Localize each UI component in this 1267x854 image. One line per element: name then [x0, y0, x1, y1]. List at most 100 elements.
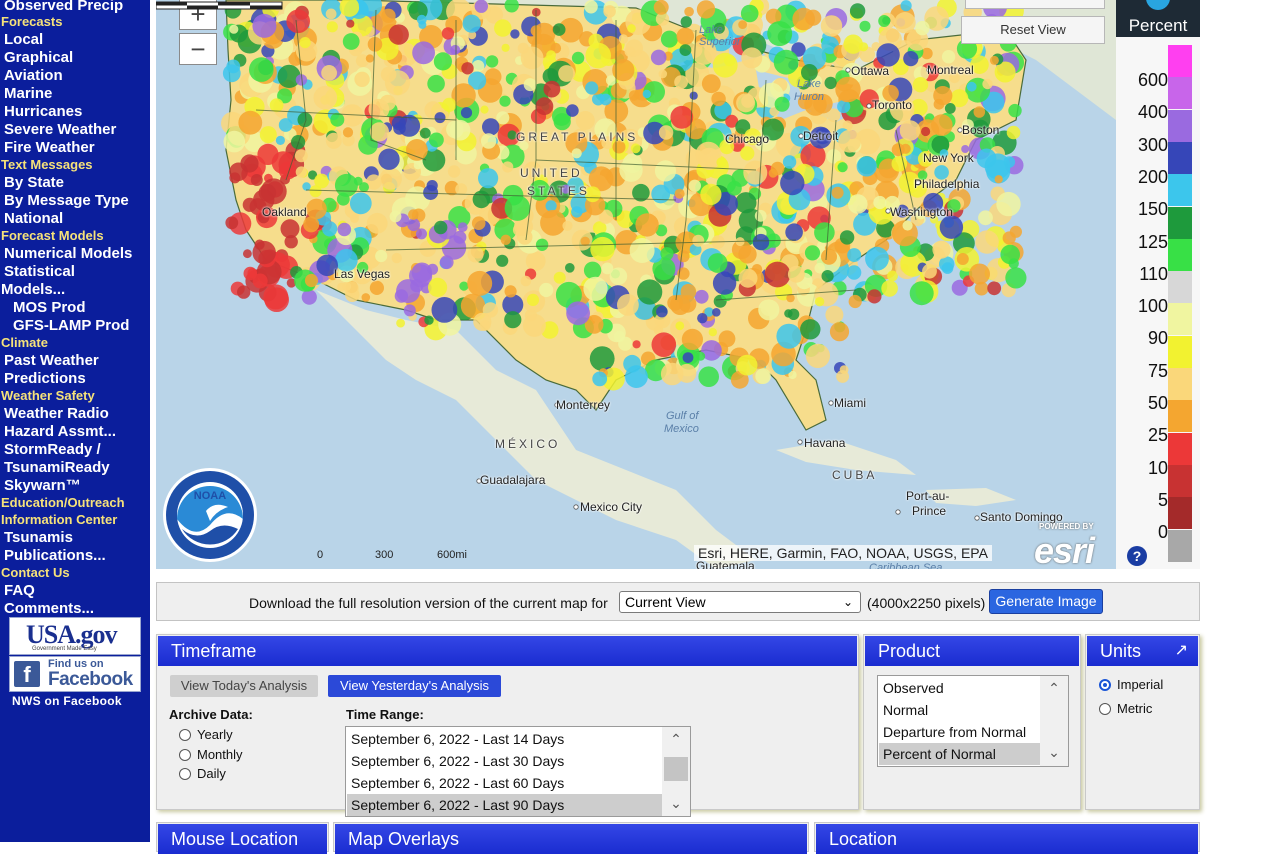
precip-cell — [966, 81, 977, 92]
view-yesterday-button[interactable]: View Yesterday's Analysis — [328, 675, 501, 697]
time-range-list[interactable]: September 6, 2022 - Last 90 Days Septembe… — [345, 726, 691, 817]
map-overlays-header[interactable]: Map Overlays — [335, 824, 807, 854]
facebook-link[interactable]: f Find us on Facebook — [9, 656, 141, 692]
expand-icon[interactable]: ↗ — [1175, 636, 1188, 666]
nav-section-heading[interactable]: Information Center — [1, 512, 117, 528]
nav-link[interactable]: Severe Weather — [4, 121, 116, 139]
nav-link[interactable]: Statistical — [4, 263, 75, 281]
usa-gov-link[interactable]: USA.gov Government Made Easy — [9, 617, 141, 655]
nav-link[interactable]: Tsunamis — [4, 529, 73, 547]
precip-cell — [259, 126, 277, 144]
precip-cell — [269, 98, 284, 113]
product-option[interactable]: Observed — [883, 677, 1037, 699]
esri-logo[interactable]: esri — [1034, 530, 1095, 569]
generate-image-button[interactable]: Generate Image — [989, 589, 1103, 614]
product-list[interactable]: Percent of Normal Departure from Normal No… — [877, 675, 1069, 767]
radio-button[interactable] — [1099, 703, 1111, 715]
nav-link[interactable]: Models... — [1, 281, 65, 299]
download-extent-select[interactable]: Current View ⌄ — [619, 591, 861, 613]
archive-option-daily[interactable]: Daily — [179, 766, 226, 781]
view-today-button[interactable]: View Today's Analysis — [170, 675, 318, 697]
nav-section-heading[interactable]: Text Messages — [1, 157, 93, 173]
map-place-label: Miami — [834, 396, 866, 410]
precip-cell — [406, 139, 428, 161]
scroll-thumb[interactable] — [664, 757, 688, 781]
map-place-label: Mexico — [664, 423, 699, 435]
nav-link[interactable]: Graphical — [4, 49, 73, 67]
nav-link[interactable]: Weather Radio — [4, 405, 109, 423]
units-option-metric[interactable]: Metric — [1099, 701, 1152, 716]
nav-section-heading[interactable]: Education/Outreach — [1, 495, 125, 511]
precip-cell — [342, 127, 354, 138]
nav-link[interactable]: Marine — [4, 85, 52, 103]
time-range-option[interactable]: September 6, 2022 - Last 30 Days — [351, 750, 657, 772]
nav-link[interactable]: Predictions — [4, 370, 86, 388]
nav-link[interactable]: Hazard Assmt... — [4, 423, 116, 441]
nav-link[interactable]: Comments... — [4, 600, 94, 618]
time-range-scrollbar[interactable]: ⌃ ⌄ — [662, 727, 690, 816]
radio-button[interactable] — [179, 748, 191, 761]
nav-link[interactable]: FAQ — [4, 582, 35, 600]
product-option[interactable]: Normal — [883, 699, 1037, 721]
scroll-up-icon[interactable]: ⌃ — [662, 729, 690, 749]
nav-link[interactable]: StormReady / — [4, 441, 101, 459]
nav-section-heading[interactable]: Contact Us — [1, 565, 70, 581]
basemap-button[interactable] — [965, 0, 1105, 9]
precip-cell — [736, 93, 756, 113]
map-canvas[interactable] — [156, 0, 1116, 569]
nav-link[interactable]: TsunamiReady — [4, 459, 110, 477]
time-range-option[interactable]: September 6, 2022 - Last 90 Days — [347, 794, 662, 816]
scroll-up-icon[interactable]: ⌃ — [1040, 678, 1068, 698]
precip-cell — [441, 27, 455, 40]
precip-cell — [859, 20, 871, 32]
precip-cell — [391, 252, 402, 264]
reset-view-button[interactable]: Reset View — [961, 16, 1105, 44]
facebook-caption[interactable]: NWS on Facebook — [12, 694, 122, 708]
nav-link[interactable]: Local — [4, 31, 43, 49]
nav-link[interactable]: Hurricanes — [4, 103, 82, 121]
product-option[interactable]: Percent of Normal — [879, 743, 1041, 765]
legend-swatch — [1168, 141, 1192, 174]
nav-section-heading[interactable]: Forecast Models — [1, 228, 104, 244]
units-option-imperial[interactable]: Imperial — [1099, 677, 1163, 692]
location-header[interactable]: Location — [816, 824, 1198, 854]
nav-link[interactable]: Skywarn™ — [4, 477, 81, 495]
precip-cell — [258, 184, 277, 202]
help-icon[interactable]: ? — [1127, 546, 1147, 566]
nav-link[interactable]: By Message Type — [4, 192, 129, 210]
nav-link[interactable]: Past Weather — [4, 352, 99, 370]
nav-link[interactable]: National — [4, 210, 63, 228]
radio-button[interactable] — [179, 768, 191, 780]
product-scrollbar[interactable]: ⌃ ⌄ — [1040, 676, 1068, 766]
nav-link[interactable]: Numerical Models — [4, 245, 132, 263]
precip-cell — [915, 20, 930, 36]
precip-cell — [909, 281, 934, 306]
nav-section-heading[interactable]: Forecasts — [1, 14, 62, 30]
nav-link[interactable]: Publications... — [4, 547, 106, 565]
precip-cell — [912, 77, 929, 93]
radio-button[interactable] — [179, 729, 191, 741]
nav-link[interactable]: GFS-LAMP Prod — [13, 317, 129, 335]
nav-link[interactable]: MOS Prod — [13, 299, 86, 317]
scroll-down-icon[interactable]: ⌄ — [1040, 742, 1068, 762]
radio-button[interactable] — [1099, 679, 1111, 691]
units-title: Units — [1100, 641, 1142, 661]
nav-link[interactable]: By State — [4, 174, 64, 192]
precip-cell — [829, 322, 850, 342]
nav-section-heading[interactable]: Climate — [1, 335, 48, 351]
scroll-down-icon[interactable]: ⌄ — [662, 793, 690, 813]
nav-link[interactable]: Fire Weather — [4, 139, 95, 157]
precip-cell — [243, 249, 252, 259]
archive-option-yearly[interactable]: Yearly — [179, 727, 233, 742]
nav-link[interactable]: Aviation — [4, 67, 63, 85]
product-option[interactable]: Departure from Normal — [883, 721, 1037, 743]
precip-cell — [416, 14, 427, 25]
nav-link[interactable]: Observed Precip — [4, 0, 123, 15]
city-marker — [895, 509, 901, 515]
precipitation-map[interactable]: + − Reset View Lake Superior Ottawa Montrea… — [156, 0, 1116, 569]
time-range-option[interactable]: September 6, 2022 - Last 14 Days — [351, 728, 657, 750]
zoom-out-button[interactable]: − — [179, 33, 217, 65]
archive-option-monthly[interactable]: Monthly — [179, 747, 243, 762]
time-range-option[interactable]: September 6, 2022 - Last 60 Days — [351, 772, 657, 794]
nav-section-heading[interactable]: Weather Safety — [1, 388, 95, 404]
